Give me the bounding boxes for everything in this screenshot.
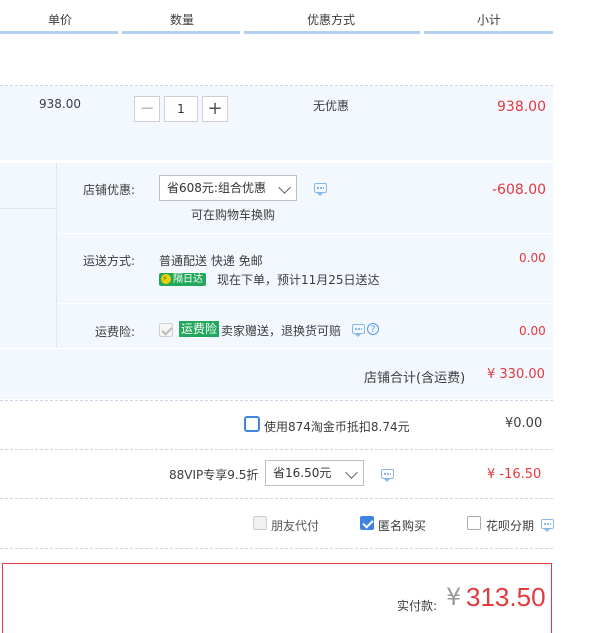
- friend-pay-label: 朋友代付: [271, 519, 320, 533]
- next-day-badge-label: 隔日达: [173, 274, 203, 285]
- coins-amount: ¥0.00: [505, 416, 543, 431]
- shop-promo-label: 店铺优惠:: [83, 183, 136, 197]
- installment-checkbox[interactable]: [467, 516, 481, 530]
- divider: [0, 548, 553, 549]
- installment-label: 花呗分期: [486, 519, 535, 533]
- shop-total-value: ¥ 330.00: [487, 367, 545, 382]
- column-subtotal: 小计: [477, 13, 502, 27]
- header-underline: [424, 31, 553, 34]
- column-unit-price: 单价: [48, 13, 73, 27]
- insurance-label: 运费险:: [95, 325, 136, 339]
- shipping-method: 普通配送 快递 免邮: [159, 254, 263, 268]
- insurance-amount: 0.00: [519, 324, 546, 338]
- item-subtotal: 938.00: [497, 99, 546, 115]
- column-quantity: 数量: [170, 13, 195, 27]
- message-icon[interactable]: [381, 469, 394, 482]
- message-icon[interactable]: [541, 519, 554, 532]
- header-underline: [244, 31, 420, 34]
- divider: [0, 400, 553, 401]
- coins-label: 使用874淘金币抵扣8.74元: [264, 420, 410, 434]
- shipping-label: 运送方式:: [83, 254, 136, 268]
- friend-pay-checkbox: [253, 516, 267, 530]
- shipping-eta: 现在下单，预计11月25日送达: [217, 273, 380, 287]
- vip-discount-select-value: 省16.50元: [273, 466, 332, 480]
- quantity-increment-button[interactable]: +: [202, 96, 228, 122]
- insurance-tag: 运费险: [179, 321, 220, 337]
- lightning-icon: [161, 272, 171, 285]
- unit-price: 938.00: [39, 97, 81, 111]
- divider: [0, 498, 553, 499]
- anonymous-label: 匿名购买: [378, 519, 427, 533]
- quantity-input[interactable]: 1: [164, 96, 198, 122]
- divider: [57, 303, 553, 304]
- header-underline: [122, 31, 240, 34]
- column-discount-method: 优惠方式: [307, 13, 356, 27]
- anonymous-checkbox[interactable]: [360, 516, 374, 530]
- item-discount: 无优惠: [313, 99, 350, 113]
- next-day-badge: 隔日达: [159, 272, 206, 286]
- shop-promo-note: 可在购物车换购: [191, 208, 276, 222]
- payment-summary: 实付款: ¥ 313.50: [2, 563, 552, 633]
- coins-checkbox[interactable]: [244, 416, 260, 432]
- vip-discount-select[interactable]: 省16.50元: [265, 460, 364, 486]
- shop-total-row: 店铺合计(含运费) ¥ 330.00: [0, 349, 553, 399]
- message-icon[interactable]: [314, 183, 327, 196]
- item-row: 938.00 − 1 + 无优惠 938.00: [0, 86, 553, 160]
- divider: [0, 208, 56, 209]
- shop-promo-amount: -608.00: [492, 182, 547, 198]
- divider: [57, 233, 553, 234]
- divider: [0, 449, 553, 450]
- payment-amount: 313.50: [466, 582, 546, 612]
- vip-label: 88VIP专享9.5折: [169, 468, 259, 482]
- quantity-decrement-button[interactable]: −: [134, 96, 160, 122]
- chevron-down-icon: [278, 181, 291, 194]
- shop-promo-select[interactable]: 省608元:组合优惠: [159, 175, 297, 201]
- header-underline: [0, 31, 118, 34]
- payment-label: 实付款:: [397, 599, 438, 613]
- vip-amount: ¥ -16.50: [487, 467, 542, 482]
- help-icon[interactable]: ?: [367, 323, 379, 335]
- chevron-down-icon: [345, 466, 358, 479]
- currency-symbol: ¥: [446, 583, 462, 611]
- shipping-amount: 0.00: [519, 251, 546, 265]
- column-header: 单价 数量 优惠方式 小计: [0, 0, 553, 36]
- insurance-text: 卖家赠送，退换货可赔: [221, 324, 342, 338]
- shop-promo-select-value: 省608元:组合优惠: [167, 181, 266, 195]
- shop-total-label: 店铺合计(含运费): [364, 371, 466, 386]
- insurance-checkbox: [159, 323, 173, 337]
- divider: [56, 163, 57, 348]
- message-icon[interactable]: [352, 324, 365, 337]
